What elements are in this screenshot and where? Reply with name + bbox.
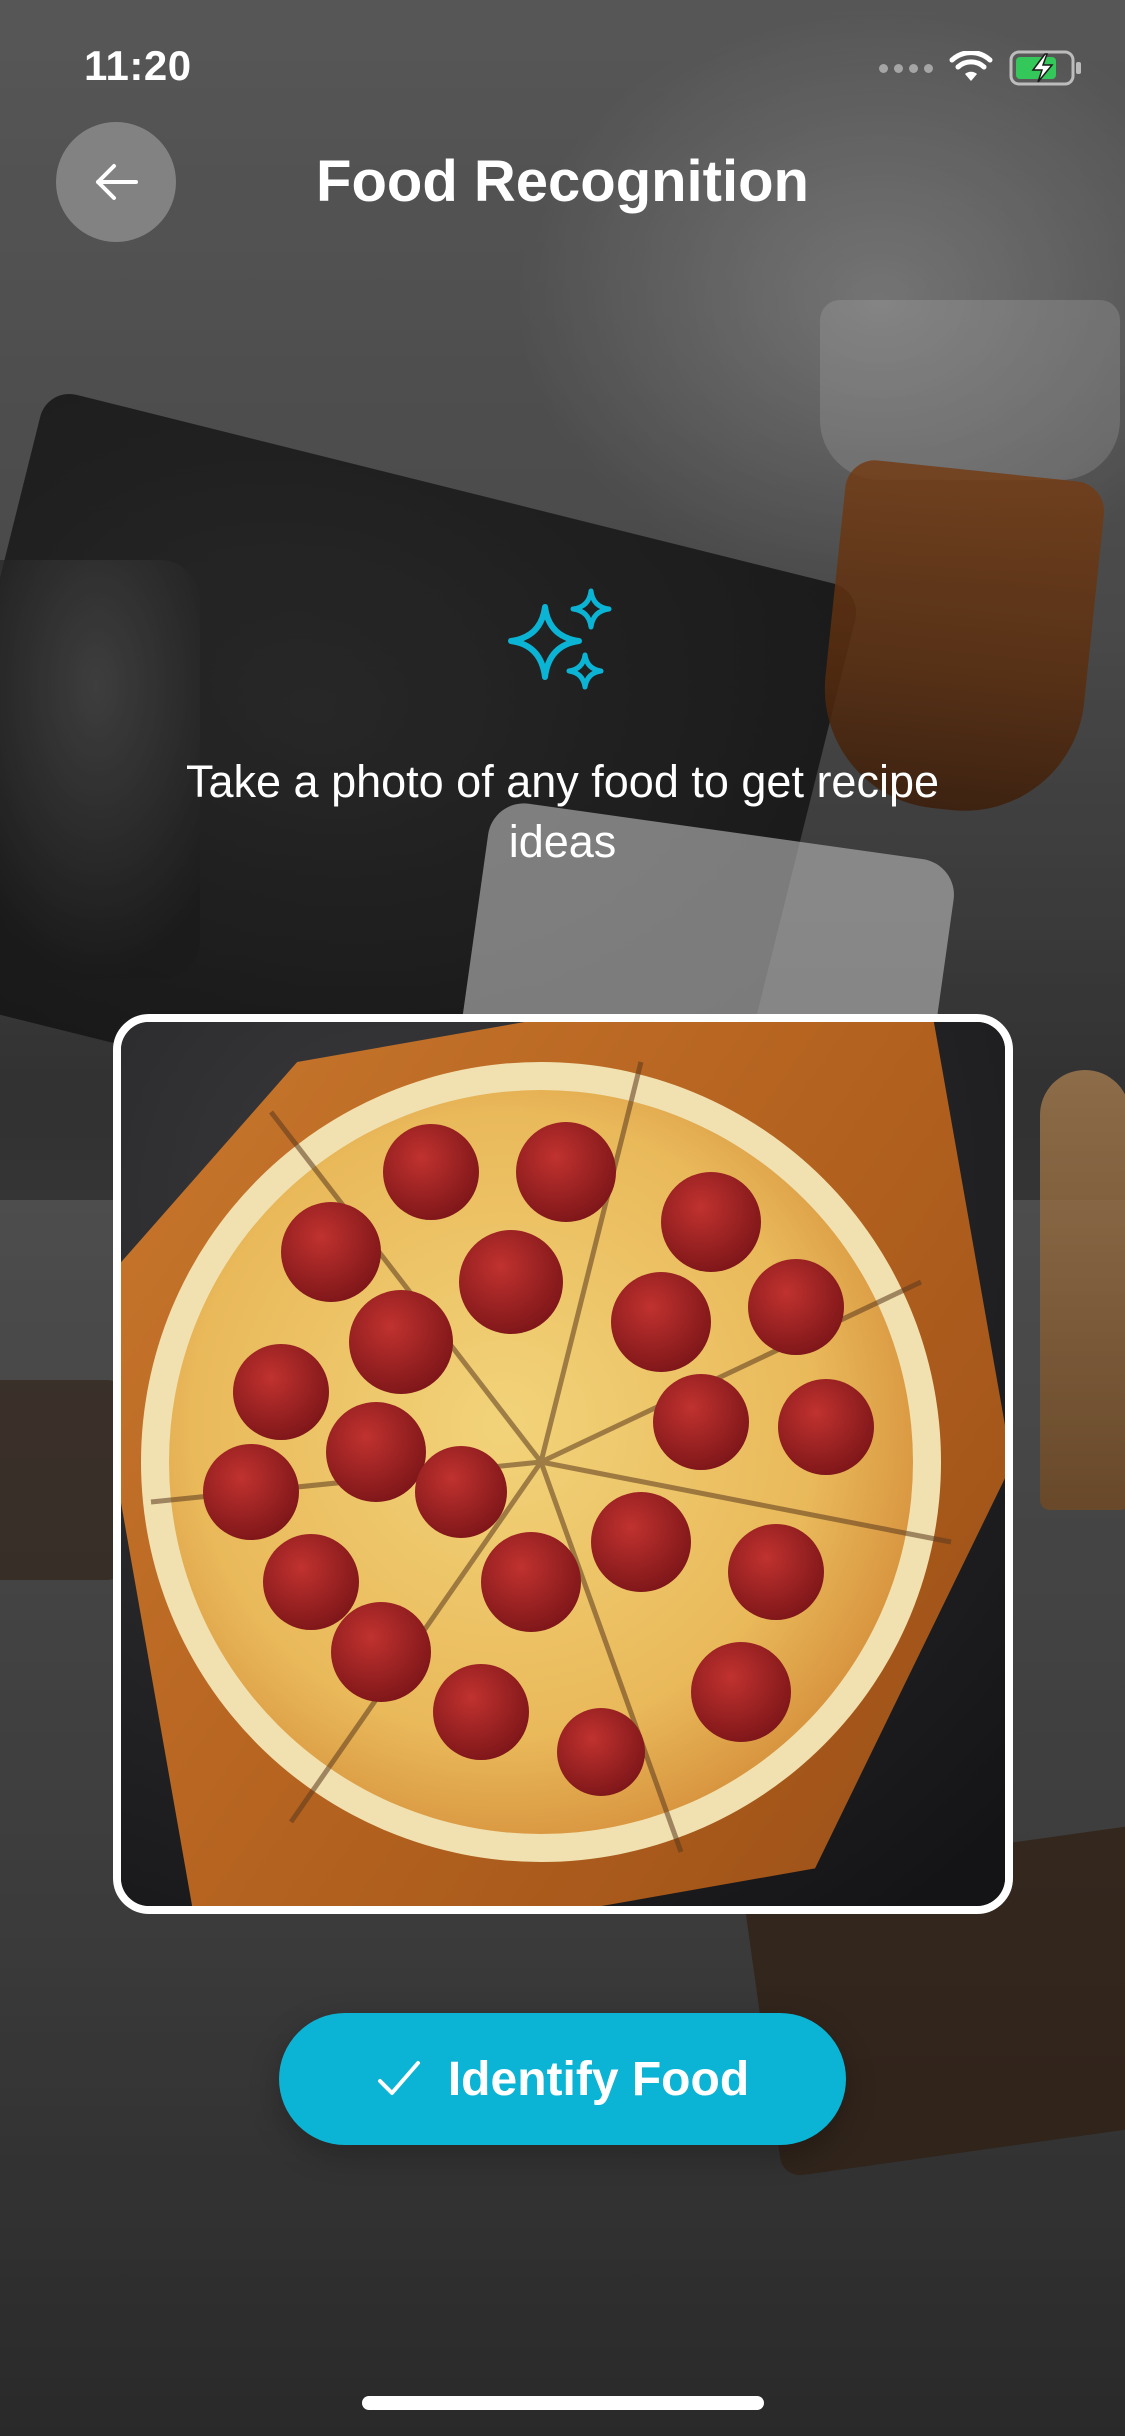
- battery-charging-icon: [1009, 50, 1081, 86]
- checkmark-icon: [377, 2061, 420, 2095]
- identify-food-label: Identify Food: [447, 2052, 750, 2106]
- home-indicator[interactable]: [362, 2396, 764, 2410]
- pizza-image: [121, 1022, 1005, 1906]
- identify-food-button[interactable]: Identify Food: [279, 2013, 846, 2145]
- status-indicators: [879, 50, 1083, 86]
- wifi-icon: [949, 51, 993, 81]
- sparkles-icon: [508, 588, 612, 690]
- cellular-signal-icon: [879, 63, 933, 73]
- food-photo: [113, 1014, 1013, 1914]
- status-time: 11:20: [84, 42, 192, 89]
- instruction-text: Take a photo of any food to get recipe i…: [185, 756, 940, 867]
- page-title: Food Recognition: [316, 149, 809, 214]
